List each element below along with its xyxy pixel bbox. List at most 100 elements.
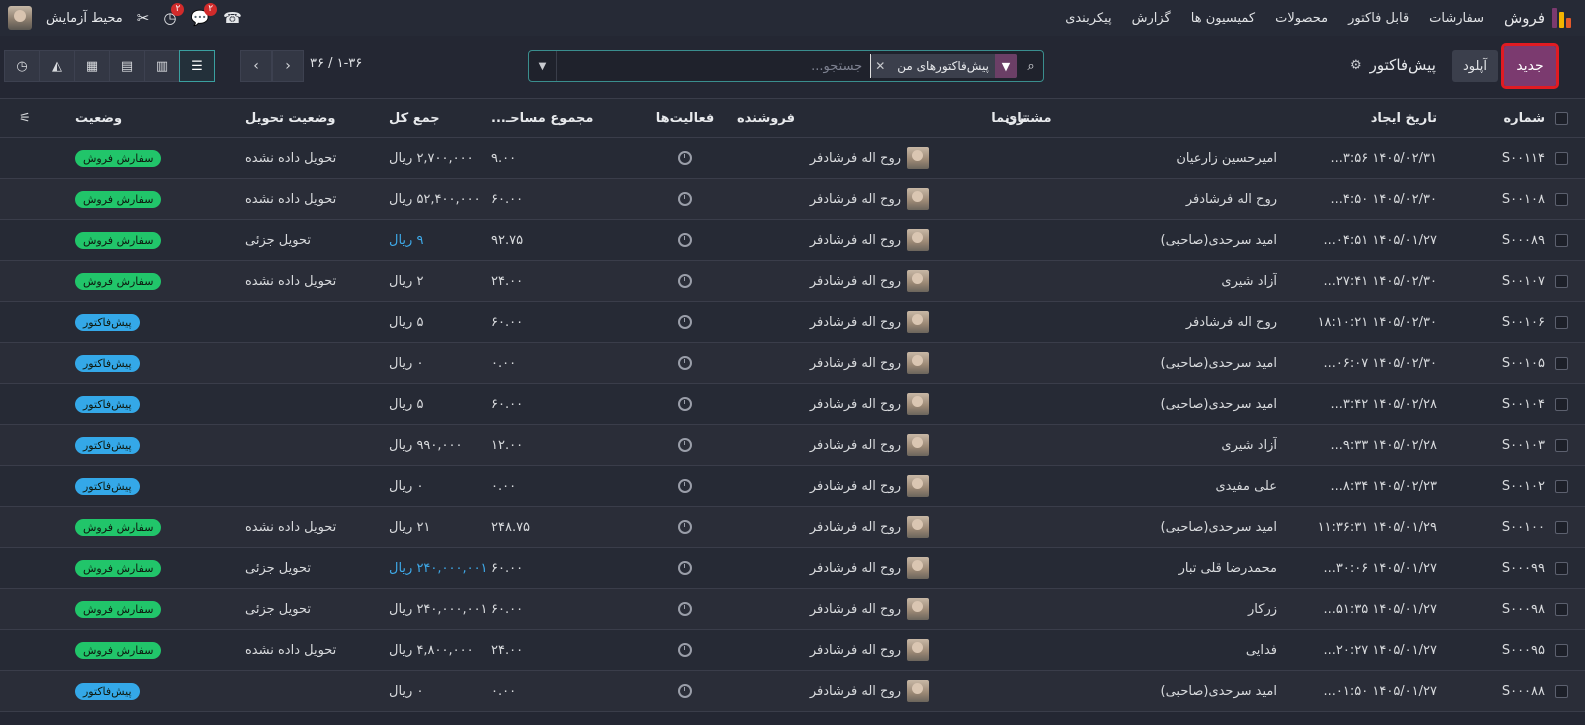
row-checkbox[interactable] <box>1553 671 1569 711</box>
row-checkbox[interactable] <box>1553 507 1569 547</box>
menu-commissions[interactable]: کمیسیون ها <box>1191 11 1255 26</box>
graph-view-icon[interactable]: ◭ <box>39 50 75 82</box>
tools-icon[interactable]: ✂ <box>137 9 150 27</box>
table-row[interactable]: S۰۰۱۰۵ ۱۴۰۵/۰۲/۳۰ ۰۶:۰۷... امید سرحدی(صاحب… <box>0 343 1585 384</box>
activity-clock-icon[interactable] <box>678 397 692 411</box>
row-checkbox[interactable] <box>1553 548 1569 588</box>
activity-clock-icon[interactable] <box>678 520 692 534</box>
menu-configuration[interactable]: پیکربندی <box>1065 11 1111 26</box>
col-number[interactable]: شماره <box>1445 99 1545 137</box>
activity-view-icon[interactable]: ◷ <box>4 50 40 82</box>
activity-clock-icon[interactable] <box>678 479 692 493</box>
col-area[interactable]: مجموع مساحـ... <box>491 99 601 137</box>
calendar-view-icon[interactable]: ▤ <box>109 50 145 82</box>
activity-clock-icon[interactable] <box>678 151 692 165</box>
company-name[interactable]: محیط آزمایش <box>46 11 123 26</box>
table-row[interactable]: S۰۰۱۰۲ ۱۴۰۵/۰۲/۲۳ ۸:۳۴... علی مفیدی روح اله… <box>0 466 1585 507</box>
row-checkbox[interactable] <box>1553 220 1569 260</box>
row-checkbox[interactable] <box>1553 138 1569 178</box>
col-total[interactable]: جمع کل <box>389 99 499 137</box>
new-button[interactable]: جدید <box>1501 43 1559 89</box>
activity-cell[interactable] <box>650 589 720 629</box>
table-row[interactable]: S۰۰۰۸۸ ۱۴۰۵/۰۱/۲۷ ۰۱:۵۰... امید سرحدی(صاحب… <box>0 671 1585 712</box>
search-options-toggle[interactable]: ▼ <box>529 51 557 81</box>
order-date: ۱۴۰۵/۰۱/۲۷ ۳۰:۰۶... <box>1323 560 1437 576</box>
table-row[interactable]: S۰۰۱۰۸ ۱۴۰۵/۰۲/۳۰ ۴:۵۰... روح اله فرشادفر ر… <box>0 179 1585 220</box>
table-row[interactable]: S۰۰۱۱۴ ۱۴۰۵/۰۲/۳۱ ۳:۵۶... امیرحسین زارعیان… <box>0 138 1585 179</box>
menu-to-invoice[interactable]: قابل فاکتور <box>1348 11 1409 26</box>
table-row[interactable]: S۰۰۱۰۷ ۱۴۰۵/۰۲/۳۰ ۲۷:۴۱... آزاد شیری روح ال… <box>0 261 1585 302</box>
row-checkbox[interactable] <box>1553 302 1569 342</box>
app-name[interactable]: فروش <box>1504 9 1545 27</box>
activity-clock-icon[interactable] <box>678 643 692 657</box>
search-input[interactable] <box>557 54 872 78</box>
table-row[interactable]: S۰۰۱۰۴ ۱۴۰۵/۰۲/۲۸ ۳:۴۲... امید سرحدی(صاحبی… <box>0 384 1585 425</box>
activity-cell[interactable] <box>650 671 720 711</box>
activity-cell[interactable] <box>650 507 720 547</box>
table-row[interactable]: S۰۰۰۸۹ ۱۴۰۵/۰۱/۲۷ ۰۴:۵۱... امید سرحدی(صاحب… <box>0 220 1585 261</box>
table-row[interactable]: S۰۰۰۹۹ ۱۴۰۵/۰۱/۲۷ ۳۰:۰۶... محمدرضا قلی تبا… <box>0 548 1585 589</box>
activity-clock-icon[interactable] <box>678 192 692 206</box>
table-row[interactable]: S۰۰۱۰۳ ۱۴۰۵/۰۲/۲۸ ۹:۳۳... آزاد شیری روح اله… <box>0 425 1585 466</box>
menu-orders[interactable]: سفارشات <box>1429 11 1484 26</box>
col-delivery[interactable]: وضعیت تحویل <box>245 99 385 137</box>
facet-remove-icon[interactable]: ✕ <box>871 59 891 73</box>
list-view-icon[interactable]: ☰ <box>179 50 215 82</box>
activity-clock-icon[interactable] <box>678 356 692 370</box>
user-avatar[interactable] <box>8 6 32 30</box>
row-checkbox[interactable] <box>1553 589 1569 629</box>
row-checkbox[interactable] <box>1553 384 1569 424</box>
row-checkbox[interactable] <box>1553 261 1569 301</box>
activity-clock-icon[interactable] <box>678 274 692 288</box>
activity-clock-icon[interactable] <box>678 438 692 452</box>
activity-clock-icon[interactable] <box>678 233 692 247</box>
activity-cell[interactable] <box>650 343 720 383</box>
app-brand[interactable]: فروش <box>1484 8 1585 28</box>
activity-cell[interactable] <box>650 220 720 260</box>
row-checkbox[interactable] <box>1553 343 1569 383</box>
row-checkbox[interactable] <box>1553 179 1569 219</box>
activity-cell[interactable] <box>650 179 720 219</box>
activity-clock-icon[interactable] <box>678 315 692 329</box>
row-checkbox[interactable] <box>1553 466 1569 506</box>
upload-button[interactable]: آپلود <box>1452 50 1498 82</box>
activity-cell[interactable] <box>650 466 720 506</box>
activity-cell[interactable] <box>650 384 720 424</box>
pager-value[interactable]: ۱-۳۶ / ۳۶ <box>310 56 362 71</box>
activity-cell[interactable] <box>650 630 720 670</box>
row-checkbox[interactable] <box>1553 425 1569 465</box>
activity-clock-icon[interactable] <box>678 602 692 616</box>
search-icon[interactable]: ⌕ <box>1019 59 1043 74</box>
order-number: S۰۰۱۰۶ <box>1501 314 1545 330</box>
activity-cell[interactable] <box>650 548 720 588</box>
pivot-view-icon[interactable]: ▦ <box>74 50 110 82</box>
select-all-checkbox[interactable] <box>1553 99 1569 137</box>
activity-cell[interactable] <box>650 261 720 301</box>
order-number: S۰۰۱۰۲ <box>1501 478 1545 494</box>
activity-cell[interactable] <box>650 138 720 178</box>
pager-previous-icon[interactable]: ‹ <box>240 50 272 82</box>
menu-products[interactable]: محصولات <box>1275 11 1328 26</box>
table-row[interactable]: S۰۰۰۹۸ ۱۴۰۵/۰۱/۲۷ ۵۱:۳۵... زرکار روح اله فر… <box>0 589 1585 630</box>
table-row[interactable]: S۰۰۱۰۶ ۱۴۰۵/۰۲/۳۰ ۱۸:۱۰:۲۱ روح اله فرشادفر… <box>0 302 1585 343</box>
activity-clock-icon[interactable] <box>678 684 692 698</box>
col-activities[interactable]: فعالیت‌ها <box>650 99 720 137</box>
menu-reporting[interactable]: گزارش <box>1132 11 1171 26</box>
row-checkbox[interactable] <box>1553 630 1569 670</box>
activity-clock-icon[interactable] <box>678 561 692 575</box>
activity-clock-icon[interactable]: ◷ ۲ <box>163 3 185 27</box>
chat-icon[interactable]: 💬 ۲ <box>190 3 218 27</box>
col-status[interactable]: وضعیت <box>75 99 205 137</box>
activity-cell[interactable] <box>650 302 720 342</box>
col-date[interactable]: تاریخ ایجاد <box>1287 99 1437 137</box>
kanban-view-icon[interactable]: ▥ <box>144 50 180 82</box>
gear-icon[interactable]: ⚙ <box>1350 58 1362 73</box>
pager-next-icon[interactable]: › <box>272 50 304 82</box>
optional-columns-icon[interactable]: ⚟ <box>10 99 40 137</box>
col-website[interactable]: تارنما <box>967 99 1027 137</box>
activity-cell[interactable] <box>650 425 720 465</box>
phone-icon[interactable]: ☎ <box>223 9 242 27</box>
col-customer[interactable]: مشتری <box>987 99 1277 137</box>
table-row[interactable]: S۰۰۱۰۰ ۱۴۰۵/۰۱/۲۹ ۱۱:۳۶:۳۱ امید سرحدی(صاحب… <box>0 507 1585 548</box>
table-row[interactable]: S۰۰۰۹۵ ۱۴۰۵/۰۱/۲۷ ۲۰:۲۷... فدایی روح اله فر… <box>0 630 1585 671</box>
